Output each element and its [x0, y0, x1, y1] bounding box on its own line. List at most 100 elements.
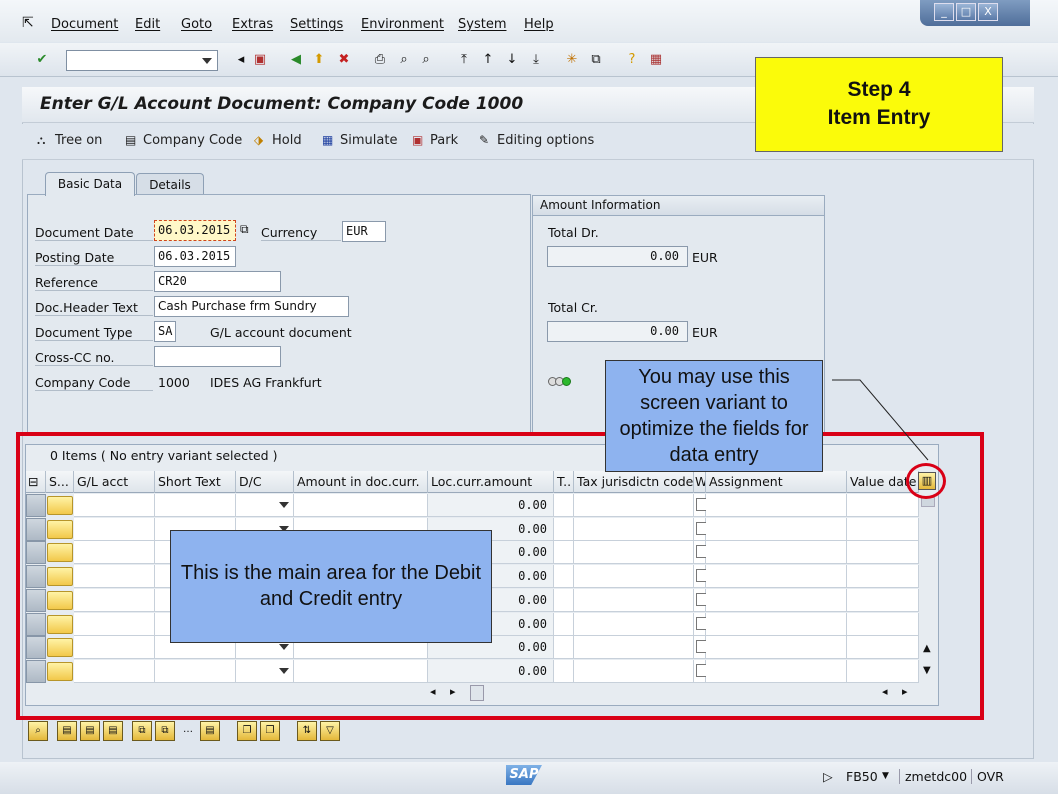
- exit-icon[interactable]: ⬆: [311, 52, 327, 68]
- next-page-icon[interactable]: ↓: [504, 52, 520, 68]
- paste-icon[interactable]: ❐: [260, 721, 280, 741]
- server-name: zmetdc00: [899, 769, 967, 784]
- new-session-icon[interactable]: ✳: [564, 52, 580, 68]
- company-name: IDES AG Frankfurt: [210, 375, 322, 390]
- step-number: Step 4: [847, 78, 911, 101]
- chevron-down-icon[interactable]: [202, 58, 212, 64]
- park-button[interactable]: ▣ Park: [412, 133, 458, 148]
- input-mode[interactable]: OVR: [971, 769, 1004, 784]
- status-expand-icon[interactable]: ▷: [823, 769, 833, 784]
- company-code-button[interactable]: ▤ Company Code: [125, 133, 242, 148]
- window-controls: _ □ X: [920, 0, 1030, 26]
- transaction-code[interactable]: FB50: [846, 769, 878, 784]
- copy-row-icon[interactable]: ⧉: [132, 721, 152, 741]
- reference-label: Reference: [35, 275, 153, 291]
- hold-button[interactable]: ⬗ Hold: [254, 133, 302, 148]
- total-credit-currency: EUR: [692, 325, 718, 340]
- company-code-field-label: Company Code: [35, 375, 153, 391]
- step-title: Item Entry: [827, 106, 931, 129]
- details-icon[interactable]: ⌕: [28, 721, 48, 741]
- document-date-field[interactable]: 06.03.2015: [154, 220, 236, 241]
- layout-icon[interactable]: ▦: [648, 52, 664, 68]
- total-debit-label: Total Dr.: [548, 225, 599, 240]
- menu-settings[interactable]: Settings: [290, 17, 343, 32]
- amount-information-header: Amount Information: [533, 196, 824, 216]
- maximize-button[interactable]: □: [956, 3, 976, 21]
- calendar-icon[interactable]: ⧉: [240, 222, 249, 237]
- help-icon[interactable]: ?: [624, 52, 640, 68]
- insert-row-icon[interactable]: ▤: [57, 721, 77, 741]
- cancel-icon[interactable]: ✖: [336, 52, 352, 68]
- status-chevron-down-icon[interactable]: ▼: [882, 771, 889, 781]
- simulate-icon: ▦: [322, 133, 334, 147]
- print-icon[interactable]: ⎙: [372, 52, 388, 68]
- menu-system[interactable]: System: [458, 17, 506, 32]
- document-date-label: Document Date: [35, 225, 153, 241]
- command-field[interactable]: [66, 50, 218, 71]
- header-text-label: Doc.Header Text: [35, 300, 153, 316]
- tab-basic-data[interactable]: Basic Data: [45, 172, 135, 196]
- reference-field[interactable]: CR20: [154, 271, 281, 292]
- shortcut-icon[interactable]: ⧉: [588, 52, 604, 68]
- park-icon: ▣: [412, 133, 424, 147]
- prev-page-icon[interactable]: ↑: [480, 52, 496, 68]
- find-icon[interactable]: ⌕: [396, 52, 412, 68]
- minimize-button[interactable]: _: [934, 3, 954, 21]
- menu-edit[interactable]: Edit: [135, 17, 160, 32]
- balance-status-icon: [548, 375, 571, 390]
- tree-on-button[interactable]: ⛬ Tree on: [37, 133, 102, 148]
- hold-icon: ⬗: [254, 133, 264, 147]
- editing-options-button[interactable]: ✎ Editing options: [479, 133, 594, 148]
- total-credit-field: 0.00: [547, 321, 688, 342]
- remove-icon[interactable]: ▤: [200, 721, 220, 741]
- menu-environment[interactable]: Environment: [361, 17, 444, 32]
- grid-toolbar: ⌕ ▤ ▤ ▤ ⧉ ⧉ … ▤ ❐ ❐ ⇅ ▽: [24, 718, 354, 744]
- back-icon[interactable]: ◀: [288, 52, 304, 68]
- header-text-field[interactable]: Cash Purchase frm Sundry: [154, 296, 349, 317]
- main-area-callout: This is the main area for the Debit and …: [170, 530, 492, 643]
- document-type-label: Document Type: [35, 325, 153, 341]
- company-code-label: Company Code: [143, 133, 243, 148]
- cross-cc-field[interactable]: [154, 346, 281, 367]
- move-row-icon[interactable]: ⧉: [155, 721, 175, 741]
- total-credit-label: Total Cr.: [548, 300, 598, 315]
- menu-document[interactable]: Document: [51, 17, 118, 32]
- currency-label: Currency: [261, 225, 341, 241]
- cross-cc-label: Cross-CC no.: [35, 350, 153, 366]
- append-row-icon[interactable]: ▤: [80, 721, 100, 741]
- simulate-button[interactable]: ▦ Simulate: [322, 133, 397, 148]
- delete-row-icon[interactable]: ▤: [103, 721, 123, 741]
- menu-help[interactable]: Help: [524, 17, 554, 32]
- menu-extras[interactable]: Extras: [232, 17, 273, 32]
- total-debit-field: 0.00: [547, 246, 688, 267]
- posting-date-field[interactable]: 06.03.2015: [154, 246, 236, 267]
- variant-callout: You may use this screen variant to optim…: [605, 360, 823, 472]
- first-page-icon[interactable]: ⤒: [456, 52, 472, 68]
- close-button[interactable]: X: [978, 3, 998, 21]
- total-debit-currency: EUR: [692, 250, 718, 265]
- more-icon[interactable]: …: [178, 721, 198, 741]
- editing-options-label: Editing options: [497, 133, 595, 148]
- menu-goto[interactable]: Goto: [181, 17, 212, 32]
- filter-icon[interactable]: ▽: [320, 721, 340, 741]
- find-next-icon[interactable]: ⌕: [418, 52, 434, 68]
- sort-icon[interactable]: ⇅: [297, 721, 317, 741]
- menu-bar: ⇱ Document Edit Goto Extras Settings Env…: [0, 0, 1058, 42]
- last-page-icon[interactable]: ⤓: [528, 52, 544, 68]
- copy-icon[interactable]: ❐: [237, 721, 257, 741]
- enter-check-icon[interactable]: ✔: [34, 52, 50, 68]
- save-icon[interactable]: ▣: [252, 52, 268, 68]
- step-annotation: Step 4 Item Entry: [755, 57, 1003, 152]
- page-title: Enter G/L Account Document: Company Code…: [40, 94, 524, 114]
- posting-date-label: Posting Date: [35, 250, 153, 266]
- tree-on-label: Tree on: [55, 133, 103, 148]
- pencil-icon: ✎: [479, 133, 490, 147]
- park-label: Park: [430, 133, 459, 148]
- currency-field[interactable]: EUR: [342, 221, 386, 242]
- document-type-description: G/L account document: [210, 325, 352, 340]
- back-nav-icon[interactable]: ◂: [233, 52, 249, 68]
- menu-exit-icon[interactable]: ⇱: [22, 15, 34, 31]
- highlight-frame: [16, 432, 984, 720]
- simulate-label: Simulate: [340, 133, 398, 148]
- document-type-field[interactable]: SA: [154, 321, 176, 342]
